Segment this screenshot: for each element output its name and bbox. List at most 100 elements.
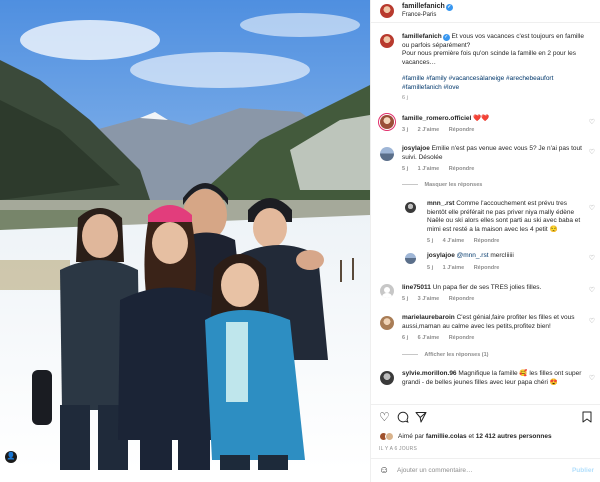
bookmark-svg (582, 411, 592, 423)
comment-likes[interactable]: 6 J'aime (418, 335, 440, 341)
comment-avatar[interactable] (380, 284, 394, 298)
comment-avatar[interactable] (380, 371, 394, 385)
like-comment-heart-icon[interactable]: ♡ (589, 374, 595, 382)
caption-time: 6 j (402, 95, 408, 101)
comment-username[interactable]: line75011 (402, 284, 431, 291)
comment-username[interactable]: sylvie.morillon.96 (402, 370, 457, 377)
reply-avatar[interactable] (405, 253, 416, 264)
comment-likes[interactable]: 3 J'aime (418, 296, 440, 302)
reply-button[interactable]: Répondre (449, 127, 475, 133)
post-date[interactable]: IL Y A 6 JOURS (379, 446, 417, 452)
reply-avatar[interactable] (405, 202, 416, 213)
post-photo[interactable]: 👤 (0, 0, 370, 470)
share-icon[interactable] (415, 411, 427, 425)
comment-avatar[interactable] (380, 316, 394, 330)
emoji-icon[interactable]: ☺ (379, 465, 389, 476)
caption-block: famillefanich ✓ Et vous vos vacances c'es… (402, 33, 592, 103)
likes-summary[interactable]: Aimé par famillie.colas et 12 412 autres… (398, 433, 552, 440)
comment-text: ❤️❤️ (473, 115, 490, 122)
like-comment-heart-icon[interactable]: ♡ (589, 286, 595, 294)
reply-button[interactable]: Répondre (474, 238, 500, 244)
show-replies-label[interactable]: Afficher les réponses (1) (424, 352, 488, 358)
caption-username[interactable]: famillefanich (402, 33, 442, 40)
like-comment-heart-icon[interactable]: ♡ (589, 317, 595, 325)
hide-replies-label[interactable]: Masquer les réponses (425, 182, 483, 188)
liked-by-avatars[interactable] (379, 432, 395, 442)
comment-meta: 6 j 6 J'aime Répondre (402, 335, 482, 341)
likes-count[interactable]: 12 412 autres personnes (476, 433, 552, 440)
reply-meta: 5 j 1 J'aime Répondre (427, 265, 507, 271)
reply-button[interactable]: Répondre (449, 296, 475, 302)
reply-username[interactable]: mnn_.rst (427, 200, 454, 207)
caption-hashtags[interactable]: #famille #family #vacancesàlaneige #arec… (402, 75, 592, 92)
caption-avatar[interactable] (380, 34, 394, 48)
reply-time: 5 j (427, 238, 434, 244)
reply-button[interactable]: Répondre (474, 265, 500, 271)
comment-time: 3 j (402, 127, 409, 133)
comment-likes[interactable]: 2 J'aime (418, 127, 440, 133)
photo-bottom-strip (0, 470, 370, 482)
tagged-people-icon[interactable]: 👤 (5, 451, 17, 463)
like-comment-heart-icon[interactable]: ♡ (589, 148, 595, 156)
comments-list[interactable]: famillefanich ✓ Et vous vos vacances c'es… (371, 24, 600, 404)
comment-text: Un papa fier de ses TRES jolies filles. (432, 284, 542, 291)
comment-meta: 3 j 2 J'aime Répondre (402, 127, 482, 133)
verified-badge-icon: ✓ (445, 4, 453, 11)
heart-icon[interactable]: ♡ (379, 411, 390, 423)
like-reply-heart-icon[interactable]: ♡ (589, 254, 595, 262)
post-actions: ♡ Aimé par famillie.colas et 12 412 autr… (371, 404, 600, 454)
add-comment-bar: ☺ Publier (371, 458, 600, 482)
author-avatar[interactable] (380, 4, 394, 18)
post-location[interactable]: France-Paris (402, 12, 436, 18)
comment-item: sylvie.morillon.96 Magnifique la famille… (402, 370, 592, 387)
reply-likes[interactable]: 1 J'aime (443, 265, 465, 271)
reply-text: mercIiiiii (490, 252, 514, 259)
family-snow-photo (0, 0, 370, 470)
comment-username[interactable]: marielaurebaroin (402, 314, 455, 321)
post-comment-button[interactable]: Publier (572, 467, 594, 474)
likes-user[interactable]: famillie.colas (426, 433, 467, 440)
reply-item: mnn_.rst Comme l'accouchement est prévu … (427, 200, 587, 234)
reply-likes[interactable]: 4 J'aime (443, 238, 465, 244)
like-comment-heart-icon[interactable]: ♡ (589, 118, 595, 126)
reply-meta: 5 j 4 J'aime Répondre (427, 238, 507, 244)
hide-replies-button[interactable]: Masquer les réponses (402, 182, 483, 188)
reply-mention[interactable]: @mnn_.rst (457, 252, 489, 259)
comment-meta: 5 j 1 J'aime Répondre (402, 166, 482, 172)
likes-middle: et (466, 433, 476, 440)
reply-button[interactable]: Répondre (449, 335, 475, 341)
comment-avatar[interactable] (380, 115, 394, 129)
comment-item: famille_romero.officiel ❤️❤️ (402, 115, 592, 124)
like-reply-heart-icon[interactable]: ♡ (589, 204, 595, 212)
comment-time: 5 j (402, 166, 409, 172)
post-header: famillefanich ✓ France-Paris (371, 0, 600, 23)
post-sidebar: famillefanich ✓ France-Paris famillefanic… (370, 0, 600, 482)
comment-item: josylajoe Emilie n'est pas venue avec vo… (402, 145, 592, 162)
show-replies-button[interactable]: Afficher les réponses (1) (402, 352, 488, 358)
reply-item: josylajoe @mnn_.rst mercIiiiii (427, 252, 587, 261)
liker-avatar (385, 432, 394, 441)
comment-item: marielaurebaroin C'est génial,faire prof… (402, 314, 592, 331)
comment-bubble-svg (397, 411, 409, 423)
bookmark-icon[interactable] (582, 411, 592, 425)
author-username-row[interactable]: famillefanich ✓ (402, 3, 453, 11)
comment-likes[interactable]: 1 J'aime (418, 166, 440, 172)
comment-username[interactable]: famille_romero.officiel (402, 115, 471, 122)
reply-time: 5 j (427, 265, 434, 271)
verified-badge-icon: ✓ (442, 34, 450, 41)
instagram-post-view: 👤 famillefanich ✓ France-Paris famillefan… (0, 0, 600, 482)
comment-icon[interactable] (397, 411, 409, 425)
reply-button[interactable]: Répondre (449, 166, 475, 172)
author-username[interactable]: famillefanich (402, 3, 445, 10)
likes-prefix: Aimé par (398, 433, 426, 440)
comment-meta: 5 j 3 J'aime Répondre (402, 296, 482, 302)
comment-time: 6 j (402, 335, 409, 341)
reply-username[interactable]: josylajoe (427, 252, 455, 259)
comment-input[interactable] (397, 464, 557, 477)
comment-item: line75011 Un papa fier de ses TRES jolie… (402, 284, 592, 293)
comment-time: 5 j (402, 296, 409, 302)
comment-avatar[interactable] (380, 147, 394, 161)
comment-username[interactable]: josylajoe (402, 145, 430, 152)
share-plane-svg (415, 412, 427, 423)
caption-text-2: Pour nous première fois qu'on scinde la … (402, 50, 576, 66)
